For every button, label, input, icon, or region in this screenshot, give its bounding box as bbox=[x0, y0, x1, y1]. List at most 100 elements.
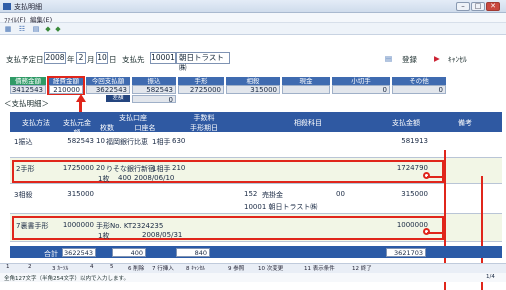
summary-value: 0 bbox=[332, 85, 390, 94]
totals-count: 400 bbox=[112, 248, 146, 257]
row-amount: 582543 bbox=[67, 137, 94, 145]
row-paid: 1724790 bbox=[396, 164, 428, 172]
date-label: 支払予定日 bbox=[6, 55, 44, 64]
col-subject: 相殺科目 bbox=[294, 119, 322, 127]
callout-line bbox=[427, 176, 445, 178]
summary-value bbox=[282, 85, 330, 94]
month-field[interactable]: 2 bbox=[76, 52, 86, 64]
year-unit: 年 bbox=[67, 55, 75, 64]
status-text: 全角127文字（半角254文字）以内で入力します。 bbox=[4, 276, 129, 282]
fkey-6[interactable]: 6 削除 bbox=[128, 264, 144, 272]
function-key-bar bbox=[0, 263, 506, 273]
summary-value: 582543 bbox=[132, 85, 176, 94]
summary-value: 0 bbox=[392, 85, 446, 94]
minimize-button[interactable]: – bbox=[456, 2, 470, 11]
app-icon bbox=[3, 3, 11, 10]
row-bank: 手形No. KT2324235 bbox=[96, 222, 164, 230]
row-subject-no: 00 bbox=[336, 190, 345, 198]
row-paid: 1000000 bbox=[396, 221, 428, 229]
summary-value: 3622543 bbox=[86, 85, 130, 94]
toolbar bbox=[0, 23, 506, 35]
year-field[interactable]: 2008 bbox=[44, 52, 66, 64]
row-amount: 1725000 bbox=[62, 164, 94, 172]
cancel-button[interactable]: ｷｬﾝｾﾙ bbox=[448, 54, 467, 65]
totals-label: 合計 bbox=[44, 250, 58, 258]
day-field[interactable]: 10 bbox=[96, 52, 108, 64]
totals-amount: 3622543 bbox=[62, 248, 96, 257]
fkey-4[interactable]: 4 bbox=[90, 264, 94, 270]
month-unit: 月 bbox=[87, 55, 95, 64]
col-method: 支払方法 bbox=[22, 119, 50, 127]
row-method: 7裏書手形 bbox=[16, 222, 49, 230]
summary-header: 債務金額 bbox=[10, 77, 46, 85]
row-count: 1枚 bbox=[98, 232, 110, 240]
row-feekind: 1相手 bbox=[152, 138, 171, 146]
fkey-12[interactable]: 12 終了 bbox=[352, 264, 372, 272]
row-amount: 1000000 bbox=[62, 221, 94, 229]
cancel-icon[interactable]: ▶ bbox=[434, 54, 440, 63]
callout-line bbox=[427, 232, 445, 234]
summary-header: 今回支払額 bbox=[86, 77, 130, 85]
diff-value: 0 bbox=[132, 95, 176, 104]
summary-value: 2725000 bbox=[178, 85, 224, 94]
row-due: 2008/06/10 bbox=[134, 174, 175, 182]
row-no: 10 bbox=[96, 137, 105, 145]
header-icon[interactable]: ▦ bbox=[4, 25, 12, 33]
totals-fee: 840 bbox=[176, 248, 210, 257]
row-subject-code: 152 bbox=[244, 190, 258, 198]
summary-header: 振込 bbox=[132, 77, 176, 85]
menu-bar bbox=[0, 13, 506, 23]
col-note: 備考 bbox=[458, 119, 472, 127]
row-method: 3相殺 bbox=[14, 191, 33, 199]
list-icon[interactable]: ☷ bbox=[18, 25, 26, 33]
fkey-1[interactable]: 1 bbox=[6, 264, 10, 270]
grid-icon[interactable]: ▤ bbox=[32, 25, 40, 33]
page-indicator: 1/4 bbox=[486, 274, 495, 280]
summary-value: 315000 bbox=[226, 85, 280, 94]
row-paid: 315000 bbox=[401, 190, 428, 198]
summary-header: 小切手 bbox=[332, 77, 390, 85]
fkey-3[interactable]: 3 ｶｰｿﾙ bbox=[52, 264, 68, 272]
col-account: 支払口座 bbox=[119, 114, 147, 122]
section-label: ＜支払明細＞ bbox=[4, 99, 49, 108]
fkey-8[interactable]: 8 ｷｬﾝｾﾙ bbox=[186, 264, 205, 272]
row-subject-partner: 10001 朝日トラスト㈱ bbox=[244, 203, 318, 211]
row-bank: りそな銀行新宿 bbox=[106, 165, 155, 173]
register-icon[interactable]: ▤ bbox=[385, 54, 392, 63]
summary-value: 3412543 bbox=[10, 85, 46, 94]
summary-header: その他 bbox=[392, 77, 446, 85]
prev-icon[interactable]: ◆ bbox=[44, 25, 52, 33]
row-fee: 210 bbox=[172, 164, 186, 172]
summary-value[interactable]: 210000 bbox=[49, 85, 83, 94]
next-icon[interactable]: ◆ bbox=[54, 25, 62, 33]
summary-header: 相殺 bbox=[226, 77, 280, 85]
fkey-5[interactable]: 5 bbox=[110, 264, 114, 270]
maximize-button[interactable]: □ bbox=[471, 2, 485, 11]
fkey-9[interactable]: 9 参照 bbox=[228, 264, 244, 272]
diff-label: 差額 bbox=[106, 95, 130, 102]
row-method: 1振込 bbox=[14, 138, 33, 146]
fkey-10[interactable]: 10 次変更 bbox=[258, 264, 283, 272]
row-fee: 630 bbox=[172, 137, 186, 145]
summary-header: 手形 bbox=[178, 77, 224, 85]
totals-paid: 3621703 bbox=[386, 248, 426, 257]
fkey-7[interactable]: 7 行挿入 bbox=[152, 264, 174, 272]
table-row[interactable] bbox=[10, 132, 502, 158]
row-amount: 315000 bbox=[67, 190, 94, 198]
payee-name-field[interactable]: 朝日トラスト㈱ bbox=[176, 52, 230, 72]
fkey-2[interactable]: 2 bbox=[28, 264, 32, 270]
payee-label: 支払先 bbox=[122, 55, 145, 64]
register-button[interactable]: 登録 bbox=[402, 54, 417, 65]
row-count-amount: 400 bbox=[118, 174, 132, 182]
title-bar bbox=[0, 0, 506, 13]
row-feekind: 1相手 bbox=[152, 165, 171, 173]
fkey-11[interactable]: 11 表示条件 bbox=[304, 264, 335, 272]
row-paid: 581913 bbox=[401, 137, 428, 145]
col-paid: 支払金額 bbox=[392, 119, 420, 127]
payee-code-field[interactable]: 10001 bbox=[150, 52, 176, 64]
row-bank: 福岡銀行比恵 bbox=[106, 138, 148, 146]
window-title: 支払明細 bbox=[14, 3, 42, 11]
row-no: 20 bbox=[96, 164, 105, 172]
row-method: 2手形 bbox=[16, 165, 35, 173]
close-button[interactable]: ✕ bbox=[486, 2, 500, 11]
